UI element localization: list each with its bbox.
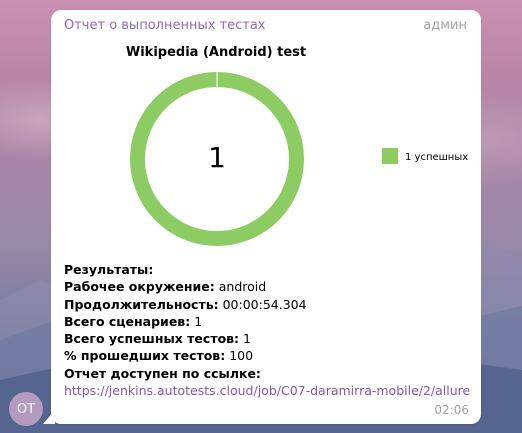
passed-value: 1 [243,331,251,347]
chart-title: Wikipedia (Android) test [126,45,306,60]
duration-value: 00:00:54.304 [222,296,307,312]
pass-rate-chart: Wikipedia (Android) test 1 1 успешных [126,45,468,246]
percent-value: 100 [229,348,254,364]
percent-label: % прошедших тестов: [64,348,226,364]
message-bubble: Отчет о выполненных тестах админ Wikiped… [51,10,481,424]
allure-report-link[interactable]: https://jenkins.autotests.cloud/job/C07-… [64,383,470,398]
legend-label: 1 успешных [405,152,468,163]
results-block: Результаты: Рабочее окружение: android П… [64,261,470,399]
env-value: android [218,279,267,295]
message-time: 02:06 [434,403,469,417]
duration-label: Продолжительность: [64,296,219,312]
legend-swatch [382,148,398,164]
admin-badge: админ [423,18,467,33]
scenarios-label: Всего сценариев: [64,313,191,329]
sender-name[interactable]: Отчет о выполненных тестах [64,18,266,33]
env-label: Рабочее окружение: [64,279,215,295]
scenarios-value: 1 [194,313,203,329]
link-label: Отчет доступен по ссылке: [64,365,261,381]
sender-avatar[interactable]: ОТ [9,392,43,426]
donut-center-value: 1 [208,141,226,174]
results-heading: Результаты: [64,262,154,277]
passed-label: Всего успешных тестов: [64,331,240,347]
